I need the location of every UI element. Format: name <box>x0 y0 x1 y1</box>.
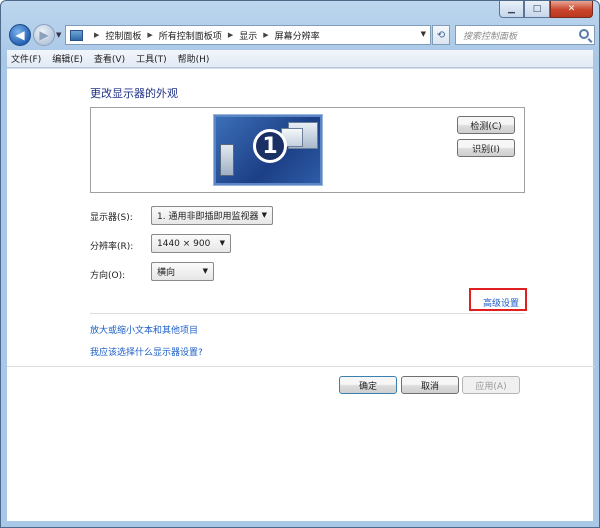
orientation-label: 方向(O): <box>90 271 126 281</box>
breadcrumb-separator-icon[interactable]: ▶ <box>94 31 99 39</box>
menu-tools[interactable]: 工具(T) <box>136 52 167 65</box>
refresh-button[interactable]: ⟲ <box>432 25 450 45</box>
back-button[interactable]: ◀ <box>9 24 31 46</box>
detect-button[interactable]: 检测(C) <box>457 116 515 134</box>
orientation-select[interactable]: 横向 ▼ <box>151 262 214 281</box>
history-dropdown-icon[interactable]: ▼ <box>56 31 61 39</box>
display-select-value: 1. 通用非即插即用监视器 <box>157 212 259 222</box>
menu-bar: 文件(F) 编辑(E) 查看(V) 工具(T) 帮助(H) <box>7 50 593 68</box>
address-bar[interactable]: ▶ 控制面板 ▶ 所有控制面板项 ▶ 显示 ▶ 屏幕分辨率 ▼ <box>65 25 431 45</box>
breadcrumb-separator-icon[interactable]: ▶ <box>147 31 152 39</box>
divider <box>7 366 595 367</box>
breadcrumb-separator-icon[interactable]: ▶ <box>228 31 233 39</box>
apply-button[interactable]: 应用(A) <box>462 376 520 394</box>
divider <box>90 313 525 314</box>
breadcrumb-display[interactable]: 显示 <box>239 29 257 42</box>
menu-file[interactable]: 文件(F) <box>11 52 41 65</box>
search-icon[interactable] <box>579 29 589 39</box>
display-label: 显示器(S): <box>90 213 133 223</box>
cancel-button[interactable]: 取消 <box>401 376 459 394</box>
desktop-sidebar-icon <box>220 144 234 176</box>
maximize-button[interactable]: □ <box>524 1 550 18</box>
monitor-number: 1 <box>253 129 287 163</box>
resolution-select[interactable]: 1440 × 900 ▼ <box>151 234 231 253</box>
orientation-select-value: 横向 <box>157 268 176 278</box>
content-area: 更改显示器的外观 1 检测(C) 识别(I) 显示器(S): 1. 通用非即插即… <box>7 68 595 521</box>
breadcrumb-screen-resolution[interactable]: 屏幕分辨率 <box>275 29 320 42</box>
text-size-link[interactable]: 放大或缩小文本和其他项目 <box>90 323 198 336</box>
chevron-down-icon: ▼ <box>202 267 208 275</box>
monitor-arrangement-panel: 1 检测(C) 识别(I) <box>90 107 525 193</box>
resolution-label: 分辨率(R): <box>90 242 134 252</box>
chevron-down-icon: ▼ <box>261 211 267 219</box>
breadcrumb-all-items[interactable]: 所有控制面板项 <box>159 29 222 42</box>
address-dropdown-icon[interactable]: ▼ <box>421 30 426 38</box>
search-input[interactable]: 搜索控制面板 <box>455 25 595 45</box>
navigation-row: ◀ ▶ ▼ ▶ 控制面板 ▶ 所有控制面板项 ▶ 显示 ▶ 屏幕分辨率 ▼ ⟲ … <box>7 23 595 49</box>
monitor-1-thumbnail[interactable]: 1 <box>214 115 322 185</box>
menu-view[interactable]: 查看(V) <box>94 52 125 65</box>
display-select[interactable]: 1. 通用非即插即用监视器 ▼ <box>151 206 273 225</box>
breadcrumb-control-panel[interactable]: 控制面板 <box>105 29 141 42</box>
page-title: 更改显示器的外观 <box>90 87 178 100</box>
forward-button[interactable]: ▶ <box>33 24 55 46</box>
menu-edit[interactable]: 编辑(E) <box>52 52 83 65</box>
ok-button[interactable]: 确定 <box>339 376 397 394</box>
breadcrumb-separator-icon[interactable]: ▶ <box>263 31 268 39</box>
control-panel-window: ▁ □ ✕ ◀ ▶ ▼ ▶ 控制面板 ▶ 所有控制面板项 ▶ 显示 ▶ 屏幕分辨… <box>0 0 600 528</box>
advanced-settings-link[interactable]: 高级设置 <box>483 296 519 309</box>
control-panel-icon <box>70 29 83 41</box>
close-button[interactable]: ✕ <box>550 1 593 18</box>
identify-button[interactable]: 识别(I) <box>457 139 515 157</box>
resolution-select-value: 1440 × 900 <box>157 238 211 249</box>
chevron-down-icon: ▼ <box>219 239 225 247</box>
search-placeholder: 搜索控制面板 <box>463 31 518 42</box>
menu-help[interactable]: 帮助(H) <box>178 52 210 65</box>
minimize-button[interactable]: ▁ <box>499 1 524 18</box>
caption-buttons: ▁ □ ✕ <box>499 1 593 18</box>
which-settings-link[interactable]: 我应该选择什么显示器设置? <box>90 345 203 358</box>
